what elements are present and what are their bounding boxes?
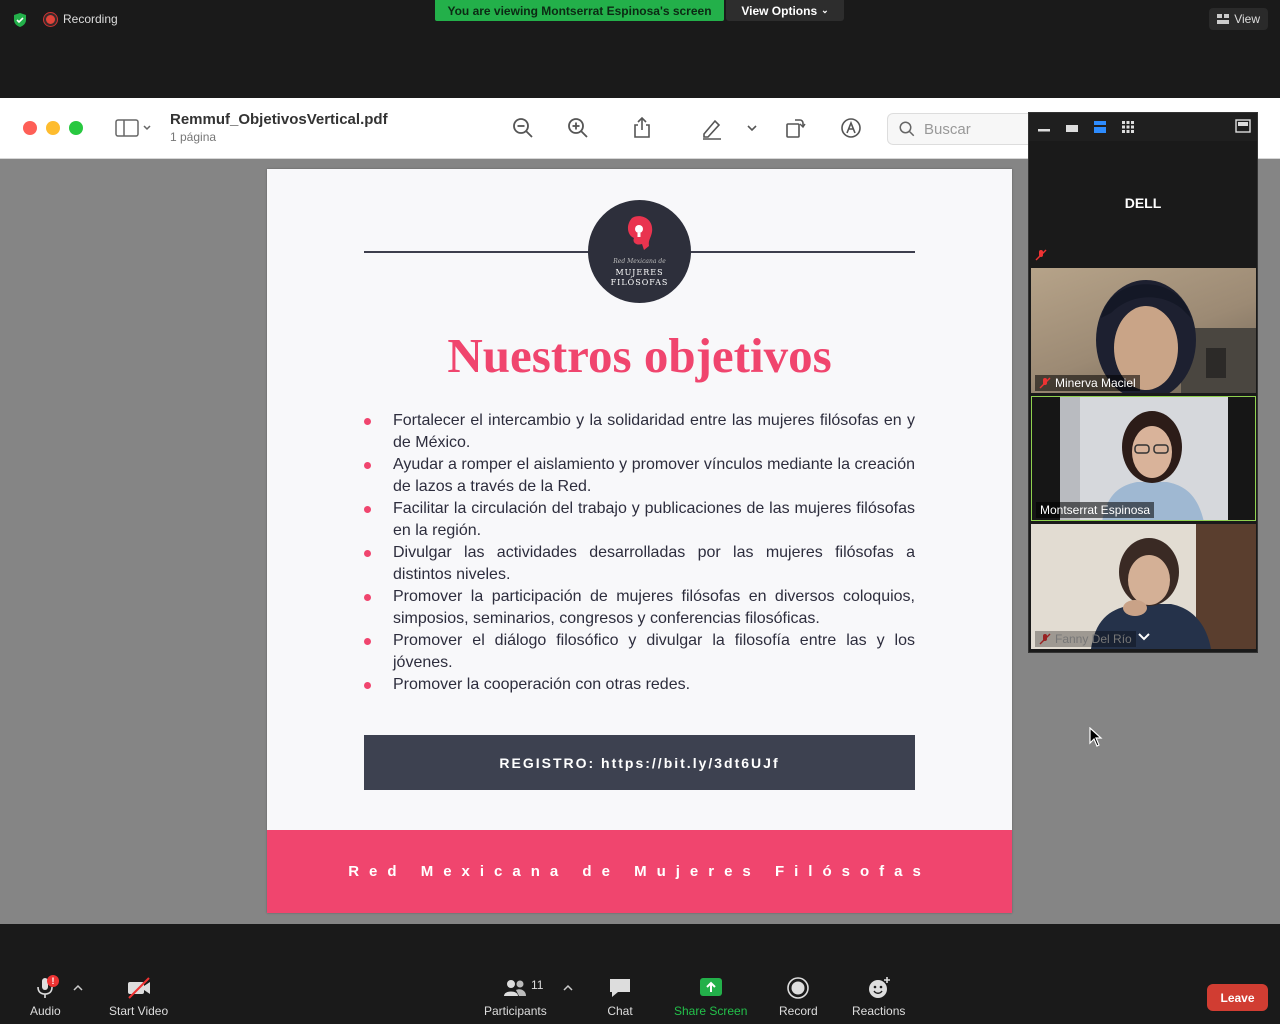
chat-button[interactable]: Chat xyxy=(607,976,633,1018)
sidebar-toggle-icon[interactable] xyxy=(114,116,154,140)
participant-name: Montserrat Espinosa xyxy=(1040,503,1151,517)
mic-muted-icon xyxy=(1039,633,1051,645)
participant-name-tag: Montserrat Espinosa xyxy=(1036,502,1155,518)
mic-muted-icon xyxy=(1039,377,1051,389)
share-screen-label: Share Screen xyxy=(674,1004,748,1018)
pdf-page: Red Mexicana de MUJERES FILÓSOFAS Nuestr… xyxy=(267,169,1012,913)
objective-item: Ayudar a romper el aislamiento y promove… xyxy=(364,454,915,498)
view-options-button[interactable]: View Options ⌄ xyxy=(726,0,844,21)
chevron-down-icon[interactable] xyxy=(742,116,762,140)
audio-label: Audio xyxy=(30,1004,61,1018)
annotate-icon[interactable] xyxy=(839,116,863,140)
gallery-view-bar xyxy=(1029,113,1257,141)
chevron-down-icon: ⌄ xyxy=(821,5,829,15)
maximize-window-button[interactable] xyxy=(69,121,83,135)
participants-options-chevron-icon[interactable] xyxy=(563,984,573,992)
participant-name: Minerva Maciel xyxy=(1055,376,1136,390)
objective-item: Divulgar las actividades desarrolladas p… xyxy=(364,542,915,586)
zoom-toolbar: Audio ! Start Video Participants 11 Chat… xyxy=(0,924,1280,1024)
view-label: View xyxy=(1234,12,1260,26)
divider-line-left xyxy=(364,251,588,253)
rotate-icon[interactable] xyxy=(783,116,807,140)
collapse-panel-icon[interactable] xyxy=(1235,119,1251,133)
video-gallery: DELL Minerva Maciel Montserrat Espinosa xyxy=(1028,112,1258,653)
search-field[interactable]: Buscar xyxy=(887,113,1037,145)
participant-video-tile[interactable]: Minerva Maciel xyxy=(1031,268,1256,393)
objectives-list: Fortalecer el intercambio y la solidarid… xyxy=(364,410,915,696)
participant-name-tag: Minerva Maciel xyxy=(1035,375,1140,391)
objective-item: Promover el diálogo filosófico y divulga… xyxy=(364,630,915,674)
close-window-button[interactable] xyxy=(23,121,37,135)
hide-video-icon[interactable] xyxy=(1065,121,1079,135)
gallery-view-icon[interactable] xyxy=(1121,120,1135,134)
record-label: Record xyxy=(779,1004,818,1018)
host-name: DELL xyxy=(1124,195,1162,211)
zoom-in-icon[interactable] xyxy=(566,116,590,140)
start-video-button[interactable]: Start Video xyxy=(109,976,168,1018)
footer-band: Red Mexicana de Mujeres Filósofas xyxy=(267,830,1012,913)
mic-muted-icon xyxy=(1035,249,1047,261)
objective-item: Facilitar la circulación del trabajo y p… xyxy=(364,498,915,542)
zoom-top-bar: Recording You are viewing Montserrat Esp… xyxy=(0,0,1280,98)
logo-line1: Red Mexicana de xyxy=(613,258,666,265)
remmuf-logo: Red Mexicana de MUJERES FILÓSOFAS xyxy=(588,200,691,303)
leave-button[interactable]: Leave xyxy=(1207,984,1268,1011)
participants-icon xyxy=(504,980,527,996)
recording-indicator[interactable]: Recording xyxy=(44,12,118,26)
document-filename: Remmuf_ObjetivosVertical.pdf xyxy=(170,111,388,128)
audio-options-chevron-icon[interactable] xyxy=(73,984,83,992)
document-page-count: 1 página xyxy=(170,130,217,144)
participants-count: 11 xyxy=(531,978,544,992)
participant-video-tile[interactable]: Fanny Del Río xyxy=(1031,524,1256,649)
page-title: Nuestros objetivos xyxy=(447,328,832,383)
recording-label: Recording xyxy=(63,12,118,26)
search-icon xyxy=(899,121,915,137)
chevron-down-icon[interactable] xyxy=(1137,632,1151,642)
participant-video-tile-active[interactable]: Montserrat Espinosa xyxy=(1031,396,1256,521)
shield-icon[interactable] xyxy=(12,12,28,28)
view-options-label: View Options xyxy=(741,3,818,18)
participants-label: Participants xyxy=(484,1004,547,1018)
search-placeholder: Buscar xyxy=(924,120,971,138)
divider-line-right xyxy=(691,251,915,253)
smiley-reaction-icon xyxy=(868,977,890,998)
share-icon[interactable] xyxy=(630,116,654,140)
viewing-banner: You are viewing Montserrat Espinosa's sc… xyxy=(435,0,724,21)
record-button[interactable]: Record xyxy=(779,976,818,1018)
registro-banner: REGISTRO: https://bit.ly/3dt6UJf xyxy=(364,735,915,790)
reactions-button[interactable]: Reactions xyxy=(852,976,905,1018)
participant-name: Fanny Del Río xyxy=(1055,632,1132,646)
logo-line2: MUJERES xyxy=(615,268,664,277)
record-dot-icon xyxy=(44,12,57,26)
woman-head-icon xyxy=(627,216,653,250)
record-icon xyxy=(787,977,810,999)
reactions-label: Reactions xyxy=(852,1004,906,1018)
share-screen-button[interactable]: Share Screen xyxy=(674,976,747,1018)
chat-label: Chat xyxy=(607,1004,633,1018)
chat-bubble-icon xyxy=(610,979,630,997)
minimize-window-button[interactable] xyxy=(46,121,60,135)
objective-item: Promover la cooperación con otras redes. xyxy=(364,674,915,696)
participant-name-tag: Fanny Del Río xyxy=(1035,631,1136,647)
objective-item: Fortalecer el intercambio y la solidarid… xyxy=(364,410,915,454)
mouse-cursor-icon xyxy=(1089,727,1103,747)
objective-item: Promover la participación de mujeres fil… xyxy=(364,586,915,630)
start-video-label: Start Video xyxy=(109,1004,169,1018)
speaker-view-icon[interactable] xyxy=(1093,120,1107,134)
share-screen-icon xyxy=(699,978,722,996)
minimize-video-icon[interactable] xyxy=(1037,121,1051,135)
audio-alert-badge: ! xyxy=(47,975,59,987)
view-button[interactable]: View xyxy=(1209,8,1268,30)
markup-pen-icon[interactable] xyxy=(700,116,724,140)
zoom-out-icon[interactable] xyxy=(511,116,535,140)
video-camera-off-icon xyxy=(127,977,150,999)
logo-line3: FILÓSOFAS xyxy=(610,278,669,287)
grid-view-icon xyxy=(1217,14,1230,24)
